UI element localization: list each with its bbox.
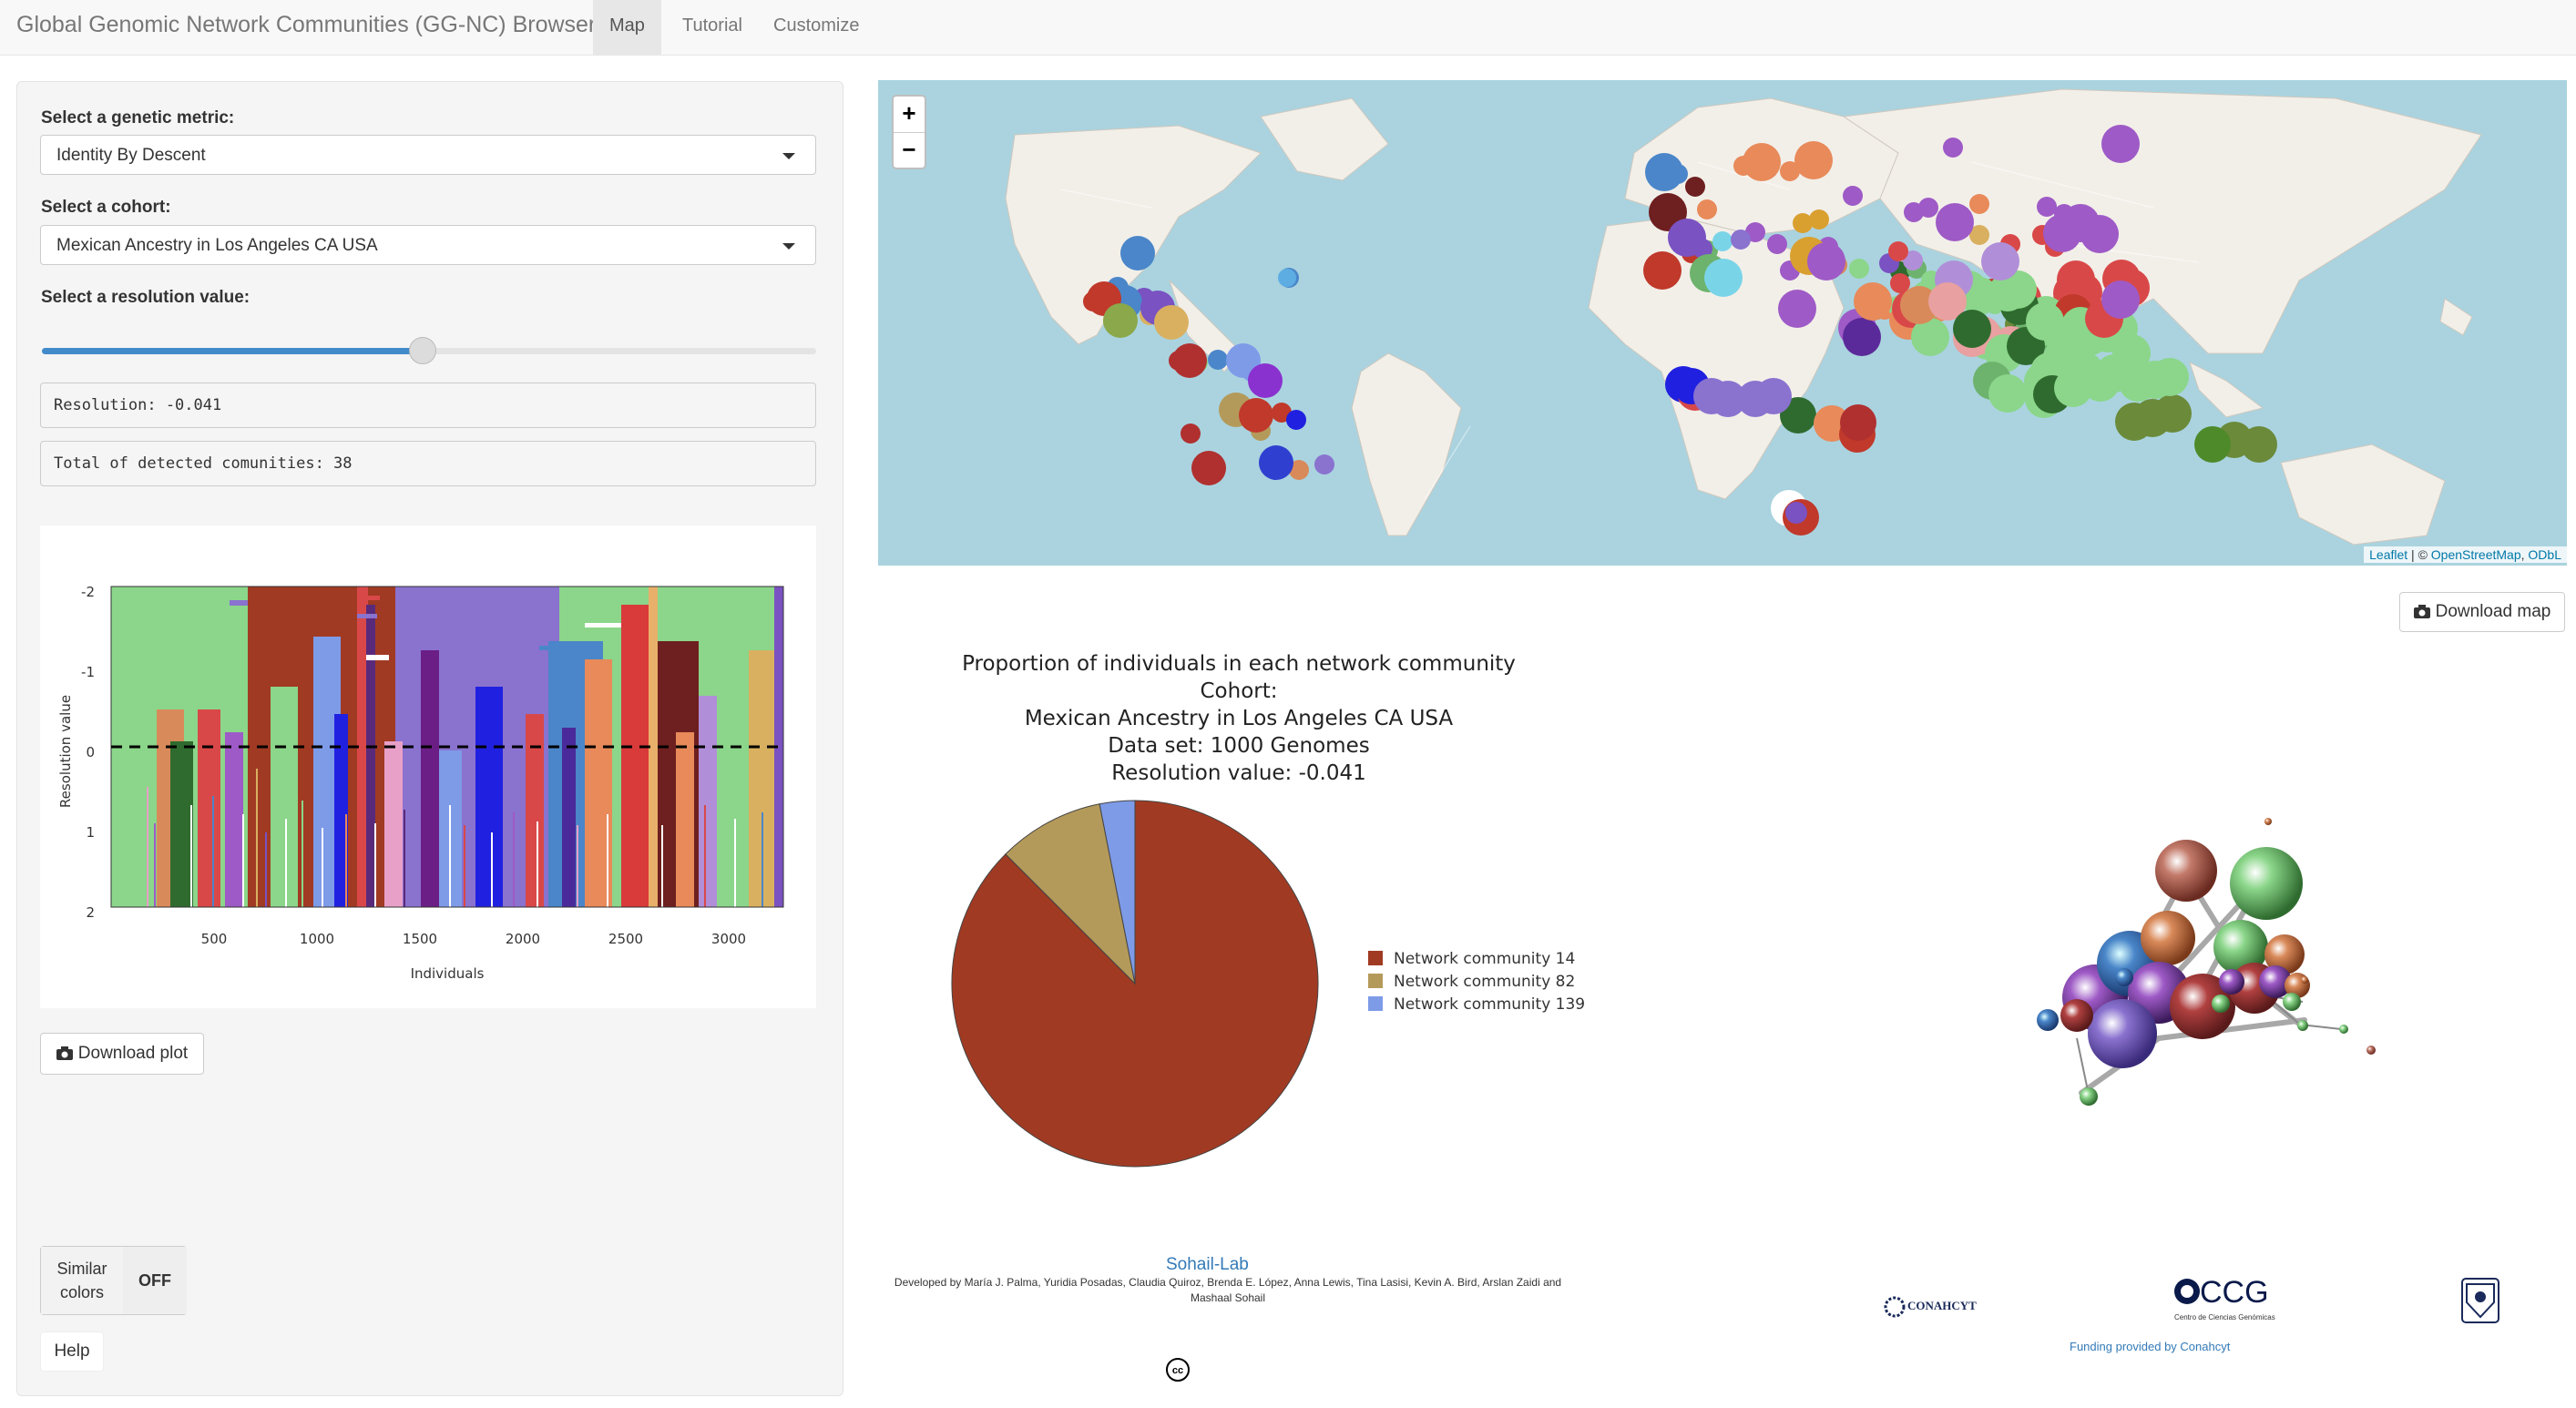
- ccg-logo: CCG Centro de Ciencias Genómicas: [2172, 1275, 2275, 1326]
- tab-map[interactable]: Map: [593, 0, 661, 55]
- legend-label: Network community 82: [1394, 973, 1576, 991]
- xtick: 1500: [403, 931, 437, 947]
- conahcyt-emblem-icon: [1884, 1296, 1906, 1318]
- chevron-down-icon: [782, 243, 795, 250]
- camera-icon: [56, 1046, 73, 1060]
- xtick: 1000: [300, 931, 334, 947]
- pie-title: Proportion of individuals in each networ…: [962, 652, 1516, 676]
- ccg-emblem-icon: [2174, 1279, 2200, 1304]
- navbar: Global Genomic Network Communities (GG-N…: [0, 0, 2576, 56]
- tab-tutorial[interactable]: Tutorial: [666, 0, 759, 55]
- ytick: 0: [86, 744, 95, 760]
- pie-dataset: Data set: 1000 Genomes: [1108, 734, 1370, 758]
- zoom-in-button[interactable]: +: [894, 97, 925, 133]
- legend-item: Network community 139: [1368, 994, 1585, 1016]
- cc-text: cc: [1172, 1365, 1183, 1376]
- download-map-label: Download map: [2435, 602, 2551, 621]
- metric-select-value: Identity By Descent: [56, 146, 206, 165]
- legend-item: Network community 14: [1368, 948, 1585, 971]
- ccg-logo-text: CCG: [2200, 1275, 2269, 1310]
- cohort-select-value: Mexican Ancestry in Los Angeles CA USA: [56, 236, 378, 255]
- resolution-plot-svg: -2 -1 0 1 2 500 1000 1500 2000 2500 3000…: [57, 584, 784, 982]
- tab-customize[interactable]: Customize: [757, 0, 875, 55]
- conahcyt-logo: CONAHCYT: [1884, 1293, 1977, 1321]
- legend-swatch: [1368, 951, 1383, 965]
- metric-select[interactable]: Identity By Descent: [40, 135, 816, 175]
- developer-credits: Developed by María J. Palma, Yuridia Pos…: [894, 1276, 1562, 1304]
- legend-label: Network community 139: [1394, 995, 1586, 1014]
- pie-legend: Network community 14 Network community 8…: [1368, 948, 1585, 1016]
- similar-colors-label-line2: colors: [59, 1283, 104, 1301]
- legend-item: Network community 82: [1368, 971, 1585, 994]
- zoom-out-button[interactable]: −: [894, 133, 925, 168]
- network-graph: [2037, 818, 2376, 1106]
- cohort-select[interactable]: Mexican Ancestry in Los Angeles CA USA: [40, 225, 816, 265]
- download-map-button[interactable]: Download map: [2399, 592, 2565, 632]
- pie-cohort-label: Cohort:: [1200, 679, 1278, 703]
- legend-swatch: [1368, 974, 1383, 988]
- similar-colors-label-line1: Similar: [56, 1260, 107, 1278]
- attribution-separator: | ©: [2407, 547, 2431, 562]
- ccg-logo-subtitle: Centro de Ciencias Genómicas: [2174, 1313, 2275, 1321]
- sidebar-panel: Select a genetic metric: Identity By Des…: [16, 81, 843, 1396]
- map-tiles: [1005, 88, 2482, 546]
- pie-resolution: Resolution value: -0.041: [1111, 761, 1366, 785]
- help-button[interactable]: Help: [40, 1331, 104, 1372]
- ytick: -1: [81, 664, 95, 680]
- app-title[interactable]: Global Genomic Network Communities (GG-N…: [16, 12, 596, 38]
- ytick: 1: [86, 824, 95, 841]
- resolution-label: Select a resolution value:: [41, 288, 250, 307]
- map-attribution: Leaflet | © OpenStreetMap, ODbL: [2364, 546, 2567, 563]
- osm-link[interactable]: OpenStreetMap: [2431, 547, 2521, 562]
- xtick: 2500: [608, 931, 643, 947]
- download-plot-button[interactable]: Download plot: [40, 1033, 204, 1075]
- resolution-slider-handle[interactable]: [409, 337, 436, 364]
- x-axis-label: Individuals: [411, 965, 485, 982]
- ytick: -2: [81, 584, 95, 600]
- map-zoom-control: + −: [892, 95, 926, 169]
- unam-logo-icon: [2461, 1278, 2499, 1323]
- similar-colors-state: OFF: [123, 1247, 187, 1314]
- pie-chart: [951, 800, 1319, 1168]
- metric-label: Select a genetic metric:: [41, 108, 235, 128]
- xtick: 500: [201, 931, 228, 947]
- cohort-label: Select a cohort:: [41, 198, 171, 217]
- resolution-output: Resolution: -0.041: [40, 383, 816, 428]
- funding-link[interactable]: Funding provided by Conahcyt: [2070, 1340, 2230, 1353]
- leaflet-link[interactable]: Leaflet: [2369, 547, 2407, 562]
- download-plot-label: Download plot: [77, 1044, 189, 1063]
- resolution-plot: -2 -1 0 1 2 500 1000 1500 2000 2500 3000…: [40, 525, 816, 1008]
- pie-title-block: Proportion of individuals in each networ…: [920, 650, 1558, 787]
- legend-label: Network community 14: [1394, 950, 1576, 968]
- camera-icon: [2413, 605, 2430, 618]
- similar-colors-label: Similar colors: [41, 1247, 123, 1314]
- chevron-down-icon: [782, 153, 795, 159]
- odbl-link[interactable]: ODbL: [2528, 547, 2561, 562]
- creative-commons-icon: cc: [1166, 1358, 1190, 1382]
- sohail-lab-link[interactable]: Sohail-Lab: [1166, 1255, 1249, 1275]
- legend-swatch: [1368, 996, 1383, 1011]
- world-map[interactable]: [878, 80, 2567, 566]
- similar-colors-toggle[interactable]: Similar colors OFF: [40, 1246, 187, 1315]
- y-axis-label: Resolution value: [57, 695, 74, 808]
- pie-cohort-name: Mexican Ancestry in Los Angeles CA USA: [1024, 707, 1454, 730]
- conahcyt-logo-text: CONAHCYT: [1907, 1299, 1977, 1312]
- xtick: 3000: [711, 931, 746, 947]
- communities-output: Total of detected comunities: 38: [40, 441, 816, 486]
- resolution-slider-fill: [42, 348, 424, 354]
- xtick: 2000: [506, 931, 540, 947]
- ytick: 2: [86, 904, 95, 921]
